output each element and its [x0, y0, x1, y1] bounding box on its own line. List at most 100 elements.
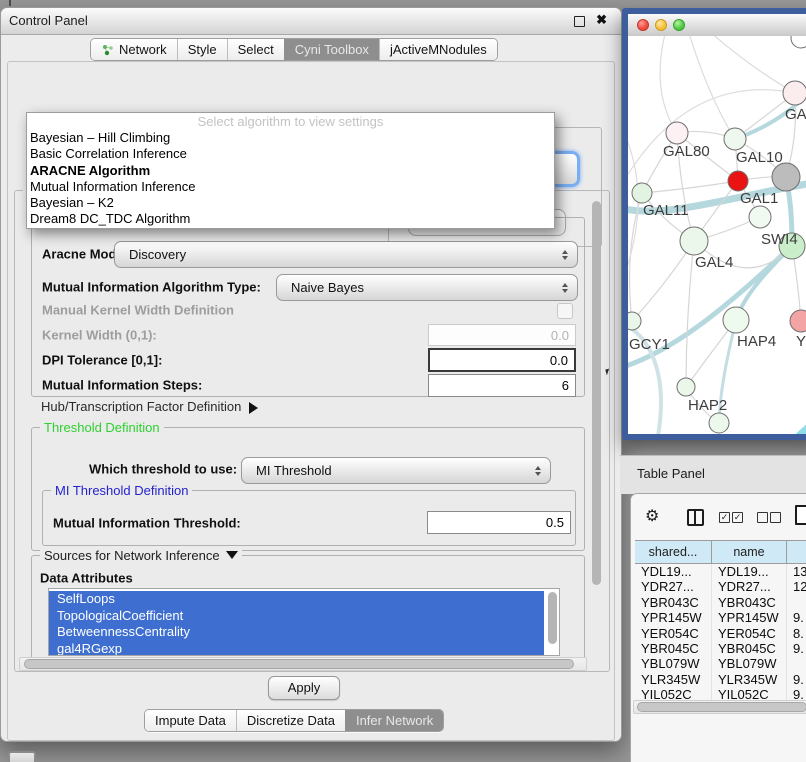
graph-node[interactable]: [791, 36, 806, 48]
network-window-titlebar[interactable]: [628, 14, 806, 37]
dropdown-item-basic-correlation-inference[interactable]: Basic Correlation Inference: [27, 146, 554, 162]
dropdown-item-mutual-information-inference[interactable]: Mutual Information Inference: [27, 179, 554, 195]
graph-node-gal10[interactable]: [724, 128, 746, 150]
dpi-tolerance-field[interactable]: 0.0: [428, 348, 576, 372]
attribute-item-topologicalcoefficient[interactable]: TopologicalCoefficient: [49, 608, 544, 625]
graph-edge: [736, 246, 792, 320]
graph-node-gal[interactable]: [783, 81, 806, 105]
attribute-item-selfloops[interactable]: SelfLoops: [49, 591, 544, 608]
tab-impute-data[interactable]: Impute Data: [145, 710, 236, 731]
graph-node-gcy1[interactable]: [628, 312, 641, 330]
mi-threshold-field[interactable]: 0.5: [427, 511, 571, 534]
file-icon[interactable]: [795, 505, 806, 525]
table-row[interactable]: YDL19...YDL19...13: [635, 564, 806, 579]
expander-collapsed-icon[interactable]: [249, 402, 258, 414]
graph-node-label: Y: [796, 333, 806, 350]
stepper-arrows-icon: [562, 283, 568, 293]
manual-kernel-checkbox[interactable]: [557, 303, 573, 319]
dropdown-item-dream8-dc-tdc-algorithm[interactable]: Dream8 DC_TDC Algorithm: [27, 211, 554, 227]
cell-value: [787, 595, 806, 610]
cell-shared: YLR345W: [635, 672, 712, 687]
close-panel-icon[interactable]: ✖: [596, 12, 607, 28]
graph-node-gal1[interactable]: [728, 171, 748, 191]
tab-label: Select: [238, 42, 274, 57]
deselect-all-icon[interactable]: [770, 512, 781, 523]
cell-value: 9.: [787, 641, 806, 656]
mi-steps-field[interactable]: 6: [428, 374, 576, 397]
select-all-icon[interactable]: ✓: [719, 512, 730, 523]
which-threshold-select[interactable]: MI Threshold: [241, 457, 551, 484]
network-graph[interactable]: GALGAL80GAL10GAL1GAL11SWI4GAL4GCY1HAP4YH…: [628, 36, 806, 434]
graph-node-label: GAL11: [643, 202, 689, 219]
deselect-all-icon[interactable]: [757, 512, 768, 523]
cell-shared: YER054C: [635, 626, 712, 641]
graph-node-hap2[interactable]: [677, 378, 695, 396]
graph-node-label: GAL: [785, 106, 806, 123]
table-row[interactable]: YBR045CYBR045C9.: [635, 641, 806, 656]
tab-network[interactable]: Network: [91, 39, 177, 60]
attribute-item-gal4rgexp[interactable]: gal4RGexp: [49, 641, 544, 657]
minimize-button[interactable]: [655, 19, 667, 31]
tab-discretize-data[interactable]: Discretize Data: [236, 710, 345, 731]
mi-threshold-group-title: MI Threshold Definition: [51, 483, 192, 498]
dropdown-item-bayesian-k2[interactable]: Bayesian – K2: [27, 195, 554, 211]
split-view-icon[interactable]: [687, 509, 704, 526]
table-row[interactable]: YDR27...YDR27...12: [635, 579, 806, 594]
tab-style[interactable]: Style: [177, 39, 227, 60]
dropdown-placeholder: Select algorithm to view settings: [27, 113, 554, 130]
table-panel-title: Table Panel: [637, 456, 705, 492]
mi-type-select[interactable]: Naive Bayes: [276, 274, 578, 301]
graph-node-gal80[interactable]: [666, 122, 688, 144]
mi-threshold-value: 0.5: [546, 515, 564, 530]
dropdown-item-bayesian-hill-climbing[interactable]: Bayesian – Hill Climbing: [27, 130, 554, 146]
graph-node-hap4[interactable]: [723, 307, 749, 333]
network-canvas[interactable]: GALGAL80GAL10GAL1GAL11SWI4GAL4GCY1HAP4YH…: [628, 36, 806, 434]
table-row[interactable]: YBR043CYBR043C: [635, 595, 806, 610]
kernel-width-field[interactable]: 0.0: [428, 324, 576, 346]
graph-node[interactable]: [709, 413, 729, 433]
float-window-icon[interactable]: [574, 16, 585, 27]
graph-node-y[interactable]: [790, 310, 806, 332]
dropdown-item-aracne-algorithm[interactable]: ARACNE Algorithm: [27, 163, 554, 179]
settings-horizontal-scrollbar[interactable]: [19, 657, 587, 671]
column-header-a[interactable]: A: [787, 541, 806, 563]
column-header-name[interactable]: name: [712, 541, 787, 563]
zoom-button[interactable]: [673, 19, 685, 31]
threshold-definition-group: Threshold Definition Which threshold to …: [31, 427, 585, 551]
cell-name: YER054C: [712, 626, 787, 641]
attributes-list-scrollbar[interactable]: [548, 592, 557, 644]
cell-name: YBR045C: [712, 641, 787, 656]
which-threshold-label: Which threshold to use:: [89, 462, 237, 477]
table-row[interactable]: YBL079WYBL079W: [635, 656, 806, 671]
algorithm-dropdown-list: Select algorithm to view settings Bayesi…: [26, 112, 555, 229]
table-hscroll-thumb[interactable]: [637, 702, 806, 712]
attribute-item-betweennesscentrality[interactable]: BetweennessCentrality: [49, 624, 544, 641]
hub-definition-expander[interactable]: Hub/Transcription Factor Definition: [41, 399, 258, 414]
graph-node-swi4[interactable]: [749, 206, 771, 228]
settings-hscroll-thumb[interactable]: [24, 659, 574, 669]
minimized-window-icon[interactable]: [8, 751, 36, 762]
graph-node[interactable]: [772, 163, 800, 191]
table-header-row: shared...nameA: [635, 540, 806, 564]
settings-vertical-scrollbar[interactable]: [592, 201, 601, 585]
table-horizontal-scrollbar[interactable]: [633, 700, 806, 714]
control-panel-titlebar[interactable]: Control Panel ✖: [1, 8, 621, 35]
table-row[interactable]: YER054CYER054C8.: [635, 626, 806, 641]
column-header-shared[interactable]: shared...: [635, 541, 712, 563]
graph-node-gal4[interactable]: [680, 227, 708, 255]
gear-icon[interactable]: ⚙: [645, 506, 659, 526]
graph-node-gal11[interactable]: [632, 183, 652, 203]
tab-jactivemnodules[interactable]: jActiveMNodules: [379, 39, 497, 60]
table-panel: ⚙ ✓ ✓ shared...nameA YDL19...YDL19...13Y…: [630, 493, 806, 762]
close-button[interactable]: [637, 19, 649, 31]
cell-name: YBR043C: [712, 595, 787, 610]
select-all-icon[interactable]: ✓: [732, 512, 743, 523]
tab-cyni-toolbox[interactable]: Cyni Toolbox: [284, 39, 379, 60]
tab-select[interactable]: Select: [227, 39, 284, 60]
table-row[interactable]: YPR145WYPR145W9.: [635, 610, 806, 625]
aracne-mode-select[interactable]: Discovery: [114, 241, 578, 268]
table-row[interactable]: YLR345WYLR345W9.: [635, 672, 806, 687]
tab-infer-network[interactable]: Infer Network: [345, 710, 443, 731]
expander-expanded-icon[interactable]: [226, 551, 238, 559]
apply-button[interactable]: Apply: [268, 676, 340, 700]
